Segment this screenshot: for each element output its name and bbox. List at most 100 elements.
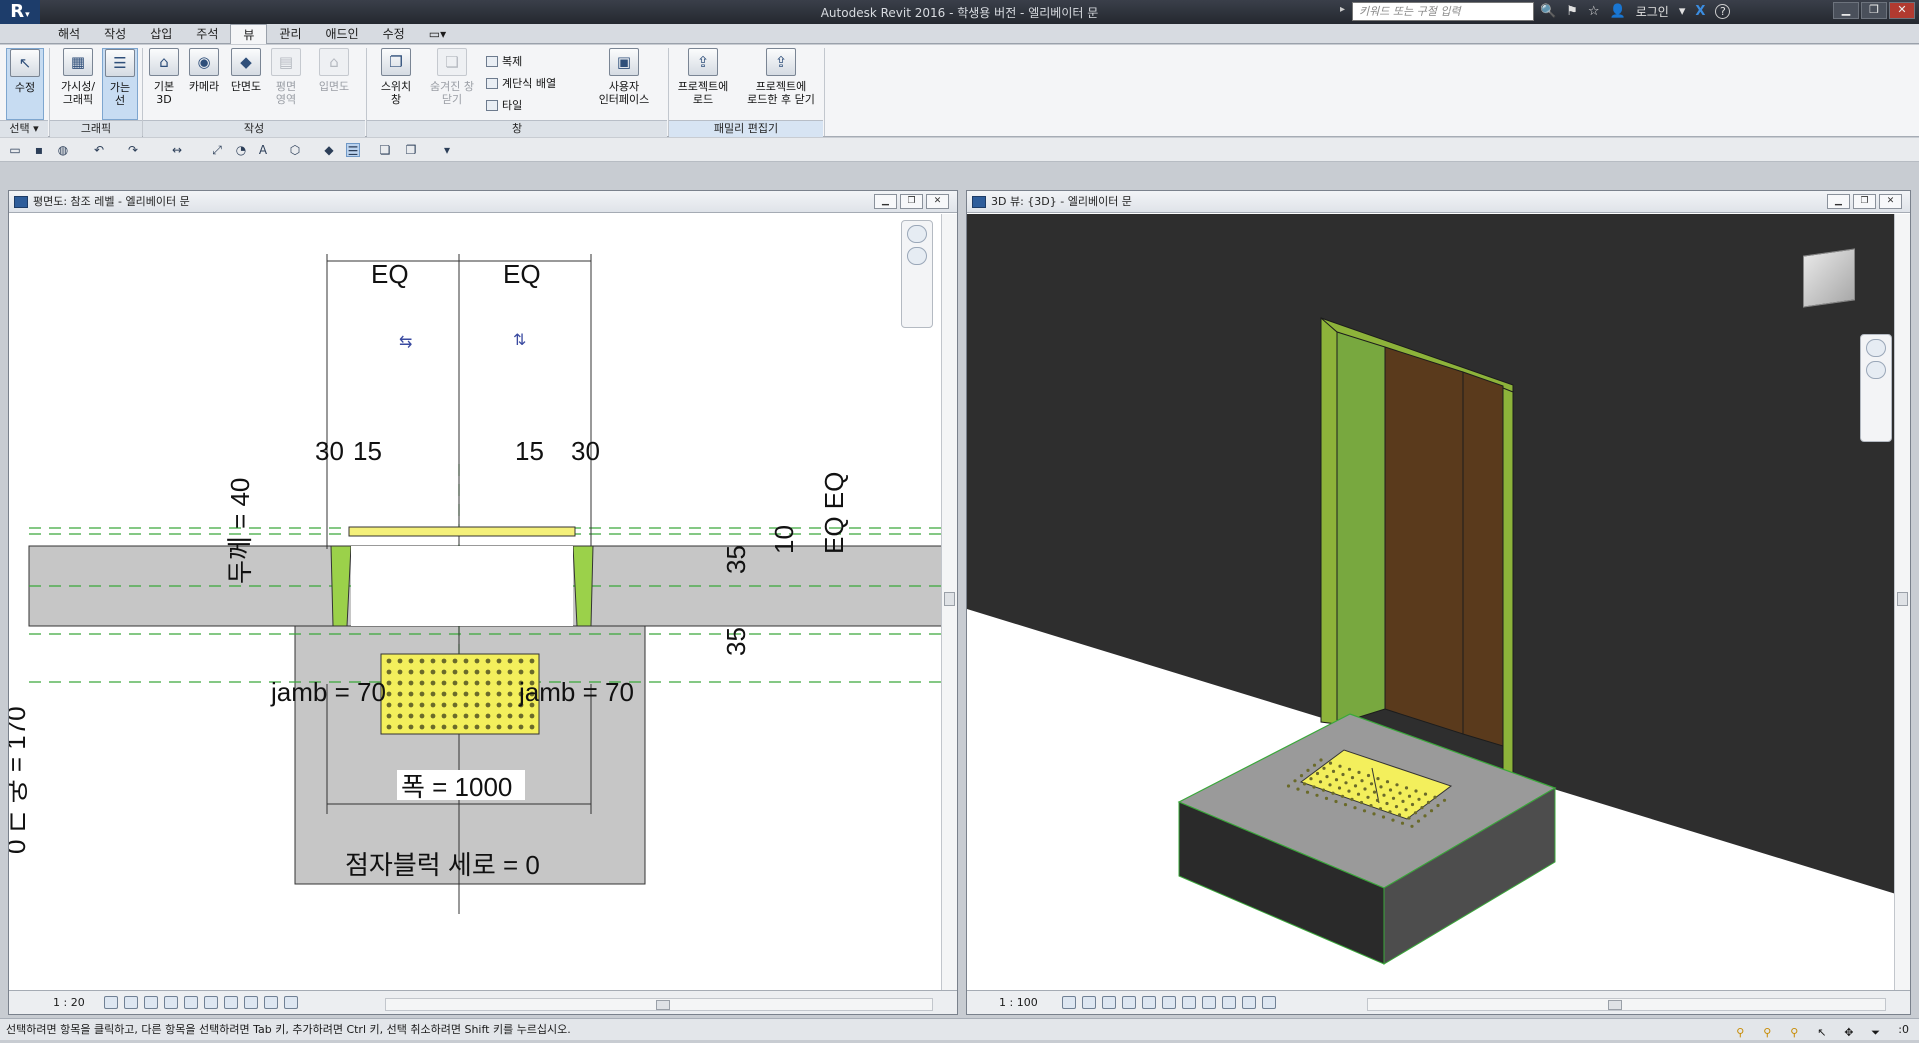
3d-view-window[interactable]: 3D 뷰: {3D} - 엘리베이터 문 ▁ ❐ ✕ 1: 100 [966,190,1911,1015]
reveal-hidden-icon[interactable] [264,996,278,1009]
lock-icon[interactable] [224,996,238,1009]
replicate-button[interactable]: 복제 [486,53,522,69]
search-expand-icon[interactable]: ▸ [1340,4,1345,15]
select-links-icon[interactable]: ⚲ [1736,1022,1751,1039]
dim-thickness[interactable]: 두께 = 40 [225,478,255,584]
zoom-icon[interactable] [1866,361,1886,379]
dim-eq-left[interactable]: EQ [371,259,409,289]
search-input[interactable]: 키워드 또는 구절 입력 [1352,2,1534,21]
user-icon[interactable]: 👤 [1610,4,1626,19]
tab-analyze[interactable]: 해석 [46,24,92,44]
dim-left-vertical[interactable]: 0 ⊏ 궁 = 170 [9,706,31,854]
plan-vertical-scroll-thumb[interactable] [944,592,955,606]
dim-35-bottom[interactable]: 35 [721,627,751,656]
dim-35-top[interactable]: 35 [721,545,751,574]
open-icon[interactable]: ▭ [8,143,22,157]
select-pinned-icon[interactable]: ⚲ [1790,1022,1805,1039]
dim-30-right[interactable]: 30 [571,436,600,466]
analytical-model-icon[interactable] [284,996,298,1009]
subscription-icon[interactable]: ⚑ [1566,4,1578,19]
crop-view-icon[interactable] [1162,996,1176,1009]
help-button[interactable]: ? [1715,4,1731,19]
plan-canvas[interactable]: ⇆ ⇅ EQ EQ 30 15 15 30 두께 = 40 35 10 EQ E… [9,214,957,990]
section-qat-icon[interactable]: ◆ [322,143,336,157]
switch-window-button[interactable]: ❐ 스위치 창 [374,48,418,120]
load-and-close-button[interactable]: ⇪ 프로젝트에 로드한 후 닫기 [738,48,824,120]
thin-lines-button[interactable]: ☰ 가는 선 [102,48,138,120]
3d-scale[interactable]: 1 : 100 [999,991,1038,1014]
text-icon[interactable]: A [256,143,270,157]
tile-button[interactable]: 타일 [486,97,522,113]
save-icon[interactable]: ▪ [32,143,46,157]
close-icon[interactable]: ✕ [926,194,949,209]
restore-icon[interactable]: ❐ [1861,2,1887,19]
plan-region-button[interactable]: ▤ 평면 영역 [268,48,304,120]
dim-jamb-right[interactable]: jamb = 70 [518,677,634,707]
dim-width[interactable]: 폭 = 1000 [401,772,512,802]
switch-windows-qat-icon[interactable]: ❐ [404,143,418,157]
tab-view[interactable]: 뷰 [230,24,268,44]
tab-insert[interactable]: 삽입 [138,24,184,44]
dim-15-right[interactable]: 15 [515,436,544,466]
load-into-project-button[interactable]: ⇪ 프로젝트에 로드 [670,48,736,120]
dim-30-left[interactable]: 30 [315,436,344,466]
thin-lines-qat-icon[interactable]: ☰ [346,143,360,158]
plan-vertical-scrollbar[interactable] [941,214,957,990]
dim-eq-right[interactable]: EQ [503,259,541,289]
visual-style-icon[interactable] [124,996,138,1009]
panel-select[interactable]: 선택 ▾ [0,120,48,137]
dim-jamb-left[interactable]: jamb = 70 [270,677,386,707]
3d-horizontal-scroll-thumb[interactable] [1608,1000,1622,1010]
default-3d-button[interactable]: ⌂ 기본 3D [146,48,182,120]
restore-icon[interactable]: ❐ [900,194,923,209]
camera-button[interactable]: ◉ 카메라 [184,48,224,120]
dim-15-left[interactable]: 15 [353,436,382,466]
reveal-hidden-icon[interactable] [1242,996,1256,1009]
show-crop-icon[interactable] [1182,996,1196,1009]
detail-level-icon[interactable] [104,996,118,1009]
temporary-hide-icon[interactable] [244,996,258,1009]
redo-icon[interactable]: ↷ [126,143,140,157]
tab-annotate[interactable]: 주석 [184,24,230,44]
dim-10[interactable]: 10 [769,525,799,554]
visibility-graphics-button[interactable]: ▦ 가시성/ 그래픽 [54,48,102,120]
show-crop-icon[interactable] [204,996,218,1009]
visual-style-icon[interactable] [1082,996,1096,1009]
shadows-icon[interactable] [1122,996,1136,1009]
3d-vertical-scrollbar[interactable] [1894,214,1910,990]
elevation-button[interactable]: ⌂ 입면도 [312,48,356,120]
close-hidden-qat-icon[interactable]: ❏ [378,143,392,157]
3d-horizontal-scrollbar[interactable] [1367,998,1886,1011]
star-icon[interactable]: ☆ [1588,4,1600,19]
dim-braille-height[interactable]: 점자블럭 세로 = 0 [345,850,540,880]
tag-icon[interactable]: ◔ [234,143,248,157]
temporary-hide-icon[interactable] [1222,996,1236,1009]
shadows-icon[interactable] [164,996,178,1009]
tab-modify[interactable]: 수정 [371,24,417,44]
plan-horizontal-scrollbar[interactable] [385,998,933,1011]
drag-elements-icon[interactable]: ✥ [1844,1022,1859,1039]
close-hidden-button[interactable]: ❏ 숨겨진 창 닫기 [422,48,482,120]
full-navigation-wheel-icon[interactable] [1866,339,1886,357]
undo-icon[interactable]: ↶ [92,143,106,157]
sync-icon[interactable]: ◍ [56,143,70,157]
customize-qat-icon[interactable]: ▾ [440,143,454,157]
render-icon[interactable] [1142,996,1156,1009]
tab-addins[interactable]: 애드인 [314,24,371,44]
plan-scale[interactable]: 1 : 20 [53,991,85,1014]
dropdown-icon[interactable]: ▾ [1679,4,1686,19]
restore-icon[interactable]: ❐ [1853,194,1876,209]
sun-path-icon[interactable] [1102,996,1116,1009]
3d-canvas[interactable] [967,214,1910,990]
detail-level-icon[interactable] [1062,996,1076,1009]
login-button[interactable]: 로그인 [1636,3,1669,20]
3d-navigation-bar[interactable] [1860,334,1892,442]
crop-view-icon[interactable] [184,996,198,1009]
minimize-icon[interactable]: ▁ [874,194,897,209]
plan-horizontal-scroll-thumb[interactable] [656,1000,670,1010]
select-by-face-icon[interactable]: ↖ [1817,1022,1832,1039]
minimize-icon[interactable]: ▁ [1833,2,1859,19]
user-interface-button[interactable]: ▣ 사용자 인터페이스 [592,48,656,120]
filter-icon[interactable]: ⏷ [1871,1022,1886,1039]
modify-button[interactable]: ↖ 수정 [6,48,44,120]
